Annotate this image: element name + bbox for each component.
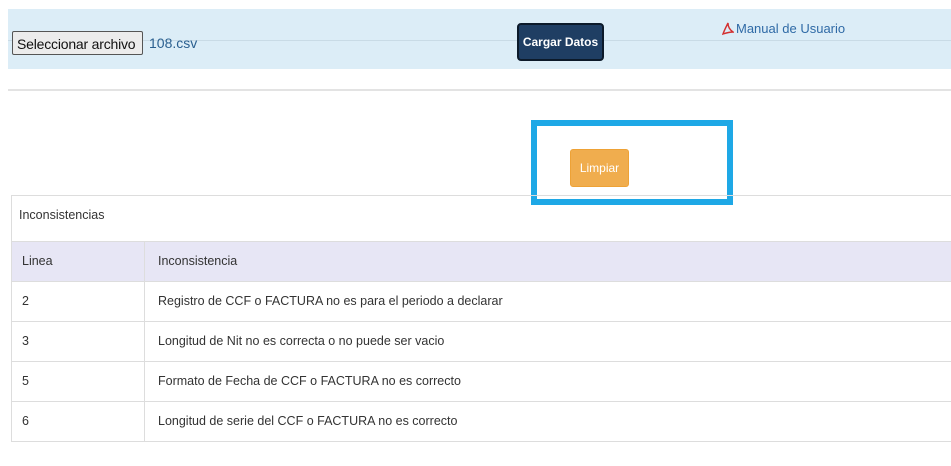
cell-line: 6 (12, 402, 145, 441)
cell-inconsistency: Registro de CCF o FACTURA no es para el … (158, 294, 503, 308)
table-row: 3 Longitud de Nit no es correcta o no pu… (12, 322, 951, 362)
cell-line: 5 (12, 362, 145, 401)
highlight-box (531, 120, 733, 205)
table-row: 5 Formato de Fecha de CCF o FACTURA no e… (12, 362, 951, 402)
pdf-icon (721, 22, 736, 36)
cell-line: 2 (12, 282, 145, 321)
upload-bar: Seleccionar archivo 108.csv Cargar Datos… (8, 9, 951, 69)
table-caption: Inconsistencias (12, 196, 951, 242)
cell-line: 3 (12, 322, 145, 361)
section-divider (8, 89, 951, 91)
inconsistencies-table: Inconsistencias Linea Inconsistencia 2 R… (11, 195, 951, 442)
column-header-line: Linea (12, 242, 145, 281)
cell-inconsistency: Longitud de Nit no es correcta o no pued… (158, 334, 445, 348)
load-data-button[interactable]: Cargar Datos (517, 23, 604, 61)
select-file-button[interactable]: Seleccionar archivo (12, 31, 143, 55)
cell-inconsistency: Formato de Fecha de CCF o FACTURA no es … (158, 374, 461, 388)
table-row: 6 Longitud de serie del CCF o FACTURA no… (12, 402, 951, 442)
table-header-row: Linea Inconsistencia (12, 242, 951, 282)
cell-inconsistency: Longitud de serie del CCF o FACTURA no e… (158, 414, 458, 428)
selected-file-name: 108.csv (149, 35, 198, 51)
table-row: 2 Registro de CCF o FACTURA no es para e… (12, 282, 951, 322)
column-header-inconsistency: Inconsistencia (158, 254, 238, 268)
user-manual-link[interactable]: Manual de Usuario (721, 21, 846, 36)
user-manual-label: Manual de Usuario (736, 21, 846, 36)
